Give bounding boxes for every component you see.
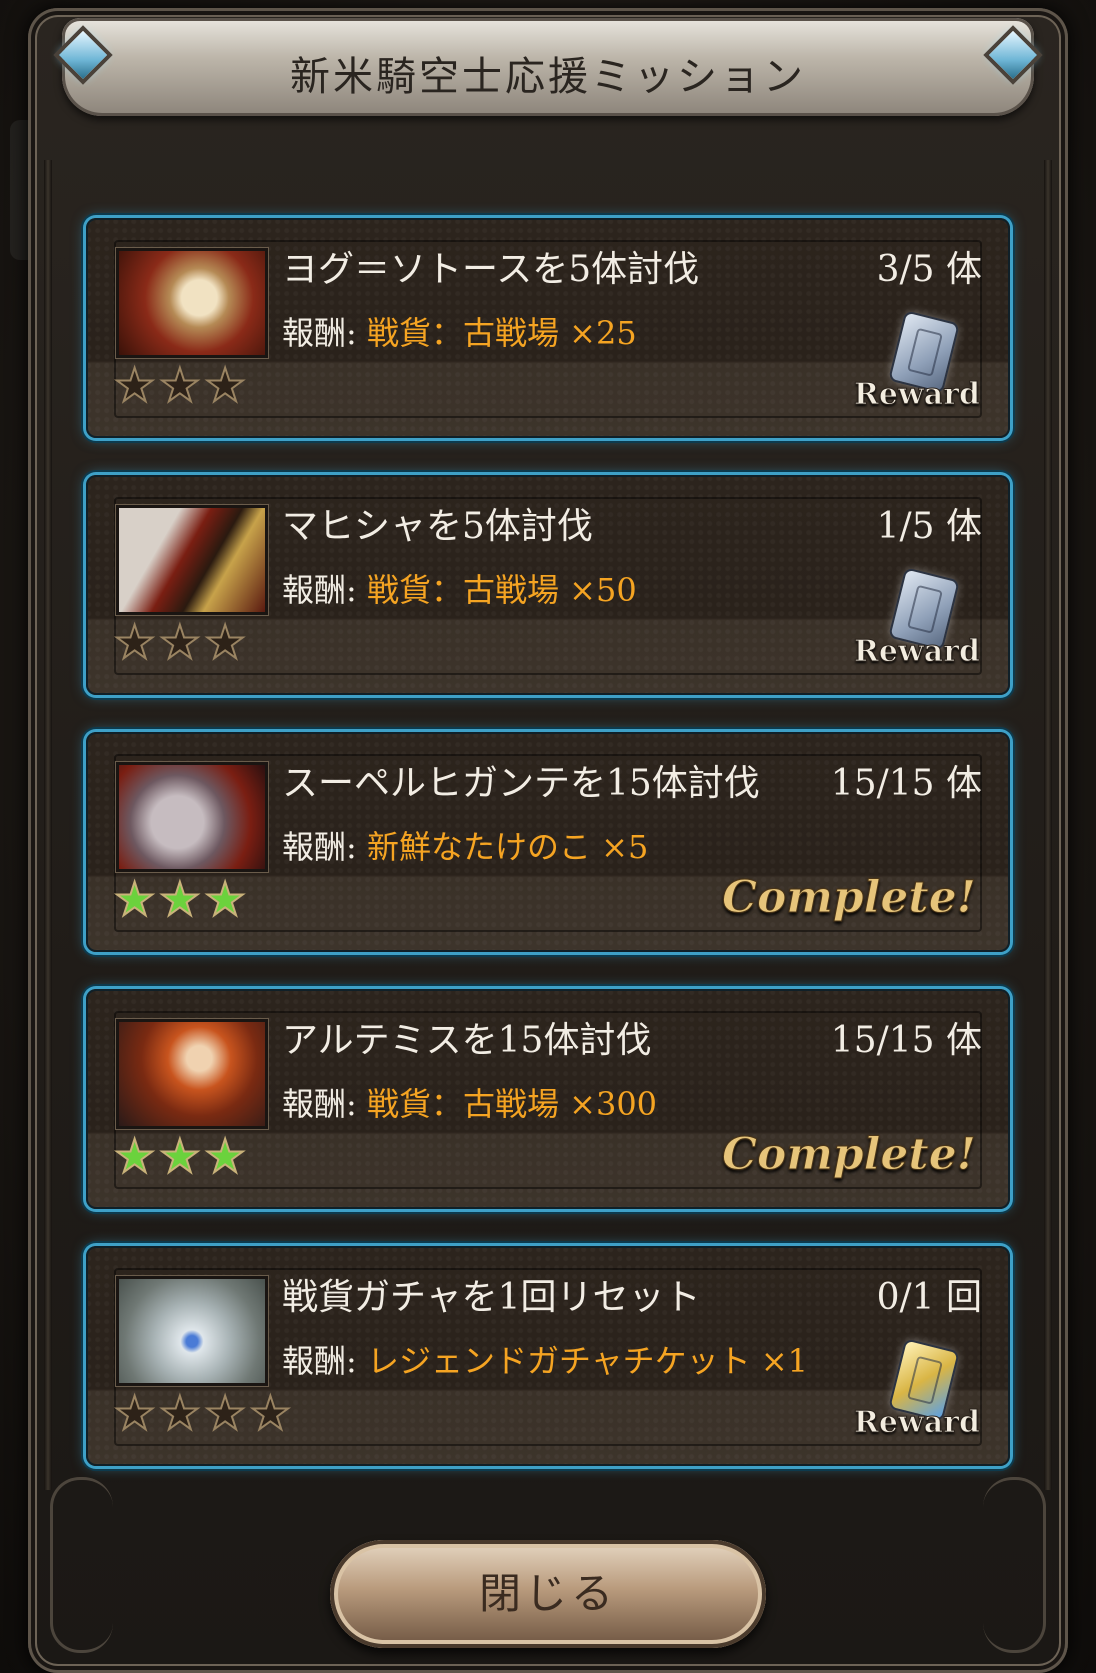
dialog-right-rail xyxy=(1044,160,1052,1490)
star-icon: ★ xyxy=(158,1386,205,1440)
star-icon: ★ xyxy=(113,615,160,669)
mission-thumbnail-yog-sothoth xyxy=(116,248,268,358)
reward-label: 報酬: xyxy=(282,1342,357,1380)
mission-thumbnail-artemis xyxy=(116,1019,268,1129)
star-icon: ★ xyxy=(203,358,250,412)
star-icon: ★ xyxy=(113,1129,160,1183)
mission-card[interactable]: スーペルヒガンテを15体討伐 15/15 体 報酬: 新鮮なたけのこ ×5 ★★… xyxy=(86,732,1010,952)
right-ornament xyxy=(983,1477,1046,1653)
mission-title: アルテミスを15体討伐 xyxy=(282,1020,652,1061)
star-icon: ★ xyxy=(158,615,205,669)
mission-reward: 報酬: 戦貨：古戦場 ×25 xyxy=(282,308,637,354)
mission-title: スーペルヒガンテを15体討伐 xyxy=(282,763,760,804)
difficulty-stars: ★★★ xyxy=(113,875,250,923)
star-icon: ★ xyxy=(203,615,250,669)
mission-title: ヨグ＝ソトースを5体討伐 xyxy=(282,249,700,290)
reward-badge-label: Reward xyxy=(853,1405,980,1441)
star-icon: ★ xyxy=(203,1129,250,1183)
mission-thumbnail-gacha-reset xyxy=(116,1276,268,1386)
complete-label: Complete! xyxy=(721,872,976,924)
reward-item: 戦貨：古戦場 ×50 xyxy=(366,571,637,609)
left-ornament xyxy=(50,1477,113,1653)
difficulty-stars: ★★★ xyxy=(113,618,250,666)
star-icon: ★ xyxy=(113,358,160,412)
mission-reward: 報酬: 戦貨：古戦場 ×300 xyxy=(282,1079,657,1125)
reward-badge[interactable]: Reward xyxy=(853,1338,981,1444)
reward-badge[interactable]: Reward xyxy=(853,567,981,673)
reward-badge-label: Reward xyxy=(853,634,980,670)
difficulty-stars: ★★★★ xyxy=(113,1389,295,1437)
dialog-title-bar: 新米騎空士応援ミッション xyxy=(62,18,1034,116)
mission-thumbnail-super-gigante xyxy=(116,762,268,872)
mission-reward: 報酬: 戦貨：古戦場 ×50 xyxy=(282,565,637,611)
reward-item: 新鮮なたけのこ ×5 xyxy=(366,828,649,866)
reward-item: 戦貨：古戦場 ×300 xyxy=(366,1085,658,1123)
star-icon: ★ xyxy=(249,1386,295,1440)
star-icon: ★ xyxy=(203,872,250,926)
star-icon: ★ xyxy=(158,872,205,926)
reward-label: 報酬: xyxy=(282,314,357,352)
mission-reward: 報酬: レジェンドガチャチケット ×1 xyxy=(282,1336,808,1382)
mission-card[interactable]: マヒシャを5体討伐 1/5 体 報酬: 戦貨：古戦場 ×50 ★★★ Rewar… xyxy=(86,475,1010,695)
mission-title: 戦貨ガチャを1回リセット xyxy=(282,1277,701,1318)
mission-progress: 15/15 体 xyxy=(830,1020,982,1061)
mission-card[interactable]: 戦貨ガチャを1回リセット 0/1 回 報酬: レジェンドガチャチケット ×1 ★… xyxy=(86,1246,1010,1466)
star-icon: ★ xyxy=(158,1129,205,1183)
reward-item: レジェンドガチャチケット ×1 xyxy=(366,1342,808,1380)
mission-card[interactable]: アルテミスを15体討伐 15/15 体 報酬: 戦貨：古戦場 ×300 ★★★ … xyxy=(86,989,1010,1209)
mission-thumbnail-mahisha xyxy=(116,505,268,615)
difficulty-stars: ★★★ xyxy=(113,1132,250,1180)
close-button-wrap: 閉じる xyxy=(330,1540,766,1648)
difficulty-stars: ★★★ xyxy=(113,361,250,409)
mission-title: マヒシャを5体討伐 xyxy=(282,506,593,547)
mission-progress: 1/5 体 xyxy=(876,506,982,547)
reward-item: 戦貨：古戦場 ×25 xyxy=(366,314,637,352)
reward-label: 報酬: xyxy=(282,828,357,866)
mission-progress: 0/1 回 xyxy=(876,1277,982,1318)
mission-progress: 3/5 体 xyxy=(876,249,982,290)
complete-label: Complete! xyxy=(721,1129,976,1181)
mission-progress: 15/15 体 xyxy=(830,763,982,804)
star-icon: ★ xyxy=(113,872,160,926)
mission-reward: 報酬: 新鮮なたけのこ ×5 xyxy=(282,822,648,868)
reward-label: 報酬: xyxy=(282,571,357,609)
close-button[interactable]: 閉じる xyxy=(330,1540,766,1648)
reward-badge-label: Reward xyxy=(853,377,980,413)
dialog-left-rail xyxy=(44,160,52,1490)
dialog-title: 新米騎空士応援ミッション xyxy=(290,54,806,100)
star-icon: ★ xyxy=(203,1386,250,1440)
reward-label: 報酬: xyxy=(282,1085,357,1123)
mission-card[interactable]: ヨグ＝ソトースを5体討伐 3/5 体 報酬: 戦貨：古戦場 ×25 ★★★ Re… xyxy=(86,218,1010,438)
reward-badge[interactable]: Reward xyxy=(853,310,981,416)
star-icon: ★ xyxy=(113,1386,160,1440)
star-icon: ★ xyxy=(158,358,205,412)
